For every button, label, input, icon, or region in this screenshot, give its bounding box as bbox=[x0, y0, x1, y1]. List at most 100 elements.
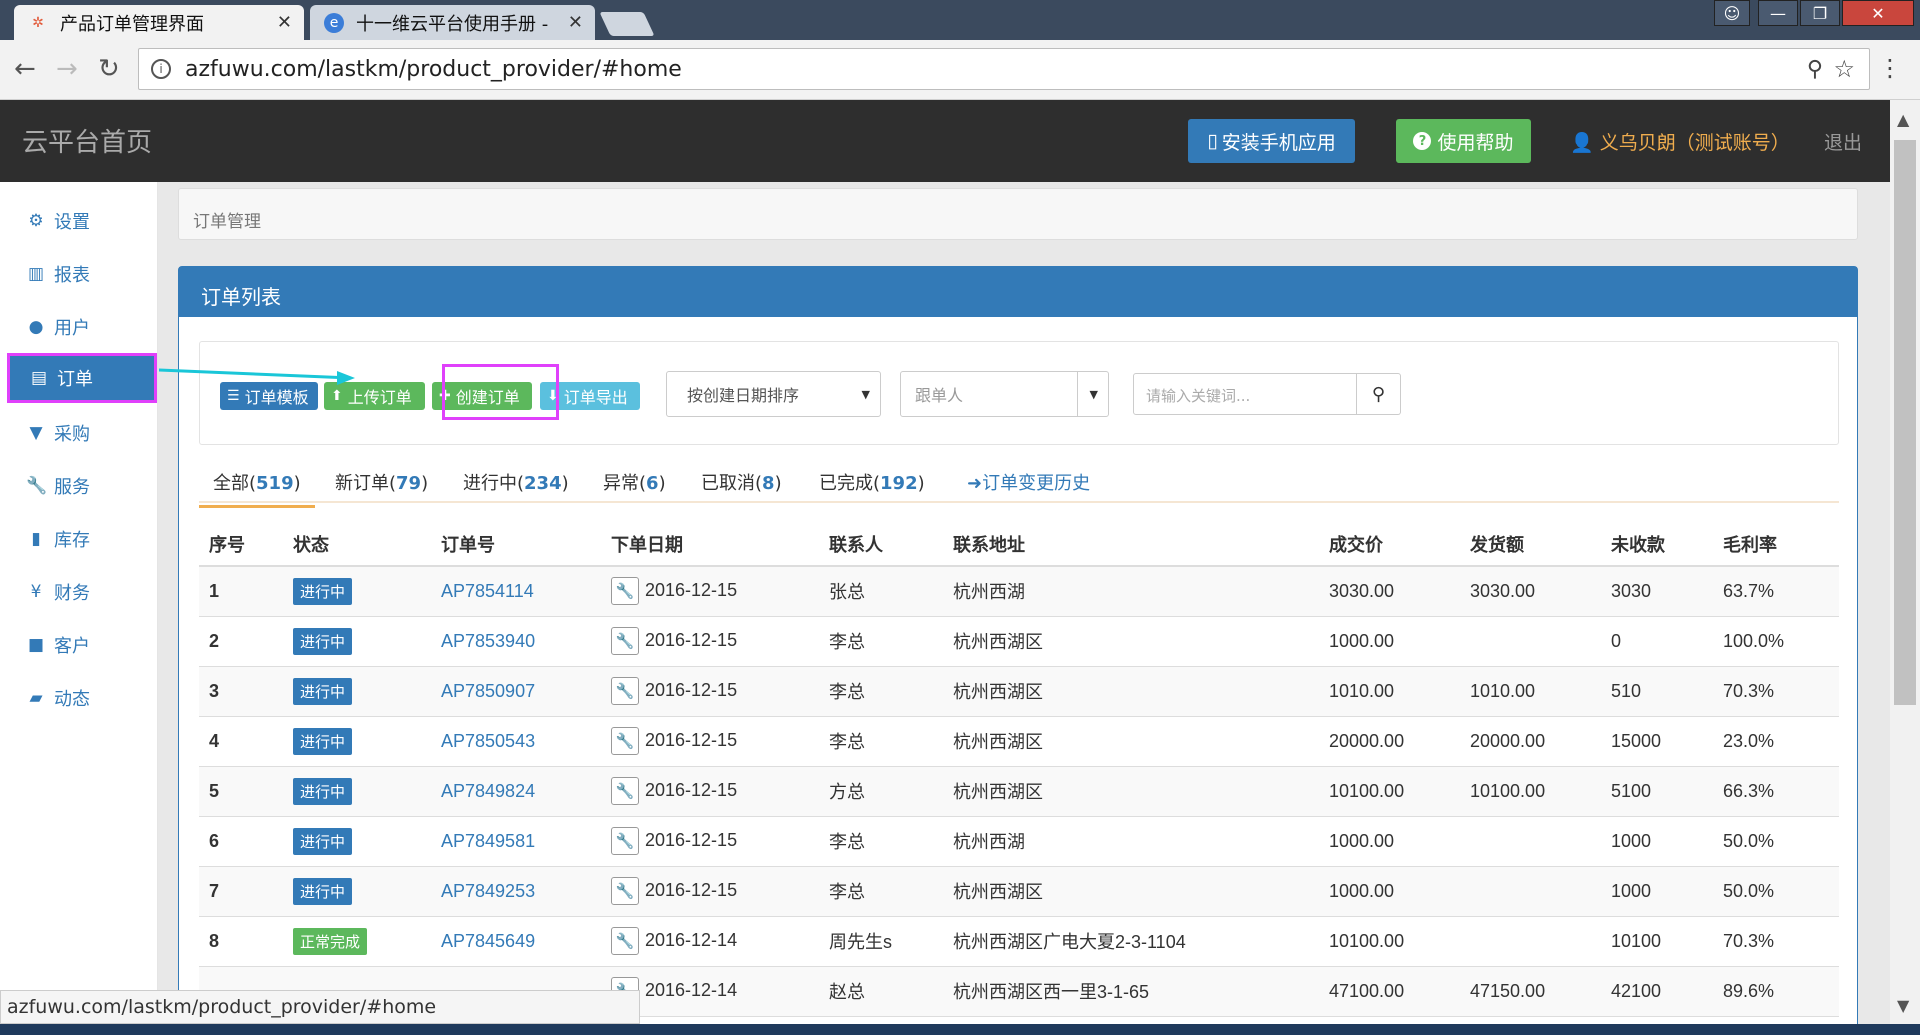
profile-icon[interactable]: ☺ bbox=[1714, 0, 1750, 26]
col-header[interactable]: 未收款 bbox=[1601, 522, 1713, 567]
tab-abnormal[interactable]: 异常(6) bbox=[603, 469, 666, 495]
tab-completed[interactable]: 已完成(192) bbox=[819, 469, 925, 495]
sidebar-item-service[interactable]: 🔧 服务 bbox=[0, 461, 158, 511]
new-tab-button[interactable] bbox=[599, 12, 655, 36]
cell-margin: 70.3% bbox=[1713, 916, 1839, 967]
sidebar-item-label: 客户 bbox=[54, 636, 90, 657]
order-history-link[interactable]: ➜订单变更历史 bbox=[967, 469, 1090, 495]
order-number-link[interactable]: AP7850907 bbox=[441, 681, 535, 701]
sidebar-item-settings[interactable]: ⚙ 设置 bbox=[0, 196, 158, 246]
col-header[interactable]: 序号 bbox=[199, 522, 283, 567]
search-button[interactable]: ⚲ bbox=[1357, 373, 1401, 415]
install-app-button[interactable]: ▯ 安装手机应用 bbox=[1188, 119, 1355, 163]
order-number-link[interactable]: AP7854114 bbox=[441, 581, 534, 601]
sidebar-item-label: 服务 bbox=[54, 477, 90, 498]
table-row[interactable]: 1 进行中 AP7854114 🔧 2016-12-15 张总 杭州西湖 3030.00 303… bbox=[199, 566, 1839, 617]
table-row[interactable]: 6 进行中 AP7849581 🔧 2016-12-15 李总 杭州西湖 1000.00 100… bbox=[199, 816, 1839, 867]
install-app-label: 安装手机应用 bbox=[1221, 131, 1336, 154]
sidebar-item-activity[interactable]: ▰ 动态 bbox=[0, 673, 158, 723]
address-bar[interactable]: i azfuwu.com/lastkm/product_provider/#ho… bbox=[138, 48, 1870, 90]
sidebar-item-users[interactable]: ● 用户 bbox=[0, 302, 158, 352]
col-header[interactable]: 订单号 bbox=[431, 522, 601, 567]
info-icon[interactable]: i bbox=[151, 59, 171, 79]
order-number-link[interactable]: AP7845649 bbox=[441, 931, 535, 951]
table-row[interactable]: 3 进行中 AP7850907 🔧 2016-12-15 李总 杭州西湖区 1010.00 10… bbox=[199, 666, 1839, 717]
page-scrollbar[interactable]: ▲ ▼ bbox=[1890, 100, 1920, 1035]
table-row[interactable]: 7 进行中 AP7849253 🔧 2016-12-15 李总 杭州西湖区 1000.00 10… bbox=[199, 866, 1839, 917]
sidebar-item-reports[interactable]: ▥ 报表 bbox=[0, 249, 158, 299]
cell-address: 杭州西湖区 bbox=[943, 616, 1319, 667]
order-number-link[interactable]: AP7849824 bbox=[441, 781, 535, 801]
cell-unpaid: 510 bbox=[1601, 666, 1713, 717]
scroll-down-icon[interactable]: ▼ bbox=[1897, 996, 1909, 1015]
order-number-link[interactable]: AP7849253 bbox=[441, 881, 535, 901]
table-row[interactable]: 2 进行中 AP7853940 🔧 2016-12-15 李总 杭州西湖区 1000.00 0 1… bbox=[199, 616, 1839, 667]
col-header[interactable]: 联系地址 bbox=[943, 522, 1319, 567]
wrench-icon[interactable]: 🔧 bbox=[611, 577, 639, 606]
sidebar-item-finance[interactable]: ¥ 财务 bbox=[0, 567, 158, 617]
follower-select[interactable]: 跟单人 ▼ bbox=[900, 371, 1109, 417]
order-date: 2016-12-15 bbox=[645, 580, 738, 600]
table-row[interactable]: 4 进行中 AP7850543 🔧 2016-12-15 李总 杭州西湖区 20000.00 2… bbox=[199, 716, 1839, 767]
cell-shipped: 1010.00 bbox=[1460, 666, 1601, 717]
col-header[interactable]: 成交价 bbox=[1319, 522, 1460, 567]
search-input[interactable]: 请输入关键词... bbox=[1133, 373, 1357, 415]
browser-menu-icon[interactable]: ⋮ bbox=[1878, 54, 1902, 82]
cell-unpaid: 15000 bbox=[1601, 716, 1713, 767]
cell-date: 🔧 2016-12-14 bbox=[601, 916, 819, 967]
wrench-icon[interactable]: 🔧 bbox=[611, 777, 639, 805]
help-button[interactable]: ? 使用帮助 bbox=[1396, 119, 1531, 163]
col-header[interactable]: 毛利率 bbox=[1713, 522, 1839, 567]
tab-count: 6 bbox=[646, 473, 659, 494]
tab-cancelled[interactable]: 已取消(8) bbox=[701, 469, 782, 495]
zoom-icon[interactable]: ⚲ bbox=[1807, 57, 1823, 82]
scroll-up-icon[interactable]: ▲ bbox=[1897, 110, 1909, 129]
wrench-icon[interactable]: 🔧 bbox=[611, 827, 639, 855]
scroll-thumb[interactable] bbox=[1894, 140, 1916, 705]
cell-order: AP7853940 bbox=[431, 616, 601, 667]
wrench-icon: 🔧 bbox=[26, 476, 48, 496]
wrench-icon[interactable]: 🔧 bbox=[611, 877, 639, 905]
sidebar-item-customers[interactable]: ■ 客户 bbox=[0, 620, 158, 670]
minimize-button[interactable]: — bbox=[1758, 0, 1798, 26]
order-number-link[interactable]: AP7853940 bbox=[441, 631, 535, 651]
order-number-link[interactable]: AP7849581 bbox=[441, 831, 535, 851]
order-number-link[interactable]: AP7850543 bbox=[441, 731, 535, 751]
browser-tab[interactable]: e 十一维云平台使用手册 - ✕ bbox=[310, 5, 595, 40]
wrench-icon[interactable]: 🔧 bbox=[611, 677, 639, 705]
table-row[interactable]: 8 正常完成 AP7845649 🔧 2016-12-14 周先生s 杭州西湖区广电大夏2-… bbox=[199, 916, 1839, 967]
wrench-icon[interactable]: 🔧 bbox=[611, 627, 639, 655]
cell-order: AP7845649 bbox=[431, 916, 601, 967]
sort-select[interactable]: 按创建日期排序 ▼ bbox=[666, 371, 881, 417]
sidebar-item-orders[interactable]: ▤ 订单 bbox=[7, 353, 157, 403]
forward-icon[interactable]: → bbox=[56, 54, 78, 84]
sidebar-item-purchase[interactable]: ▼ 采购 bbox=[0, 408, 158, 458]
browser-tab-active[interactable]: ✲ 产品订单管理界面 ✕ bbox=[14, 5, 304, 40]
tab-count: 79 bbox=[396, 473, 422, 494]
close-icon[interactable]: ✕ bbox=[568, 12, 583, 33]
wrench-icon[interactable]: 🔧 bbox=[611, 927, 639, 955]
table-row[interactable]: 5 进行中 AP7849824 🔧 2016-12-15 方总 杭州西湖区 10100.00 1… bbox=[199, 766, 1839, 817]
col-header[interactable]: 下单日期 bbox=[601, 522, 819, 567]
close-window-button[interactable]: ✕ bbox=[1842, 0, 1914, 26]
cell-margin: 63.7% bbox=[1713, 566, 1839, 617]
close-icon[interactable]: ✕ bbox=[277, 12, 292, 33]
maximize-button[interactable]: ❐ bbox=[1800, 0, 1840, 26]
tab-new[interactable]: 新订单(79) bbox=[335, 469, 428, 495]
tab-all[interactable]: 全部(519) bbox=[199, 469, 315, 508]
app-title[interactable]: 云平台首页 bbox=[22, 122, 152, 159]
sidebar-item-inventory[interactable]: ▮ 库存 bbox=[0, 514, 158, 564]
logout-link[interactable]: 退出 bbox=[1824, 128, 1862, 155]
tab-in-progress[interactable]: 进行中(234) bbox=[463, 469, 569, 495]
mobile-icon: ▯ bbox=[1207, 130, 1218, 152]
bookmark-star-icon[interactable]: ☆ bbox=[1833, 55, 1855, 83]
reload-icon[interactable]: ↻ bbox=[98, 54, 120, 84]
sidebar-item-label: 设置 bbox=[54, 212, 90, 233]
wrench-icon[interactable]: 🔧 bbox=[611, 727, 639, 755]
back-icon[interactable]: ← bbox=[14, 54, 36, 84]
history-label: 订单变更历史 bbox=[982, 473, 1091, 494]
col-header[interactable]: 联系人 bbox=[819, 522, 943, 567]
user-account[interactable]: 👤 义乌贝朗（测试账号） bbox=[1570, 128, 1790, 155]
col-header[interactable]: 发货额 bbox=[1460, 522, 1601, 567]
col-header[interactable]: 状态 bbox=[283, 522, 431, 567]
